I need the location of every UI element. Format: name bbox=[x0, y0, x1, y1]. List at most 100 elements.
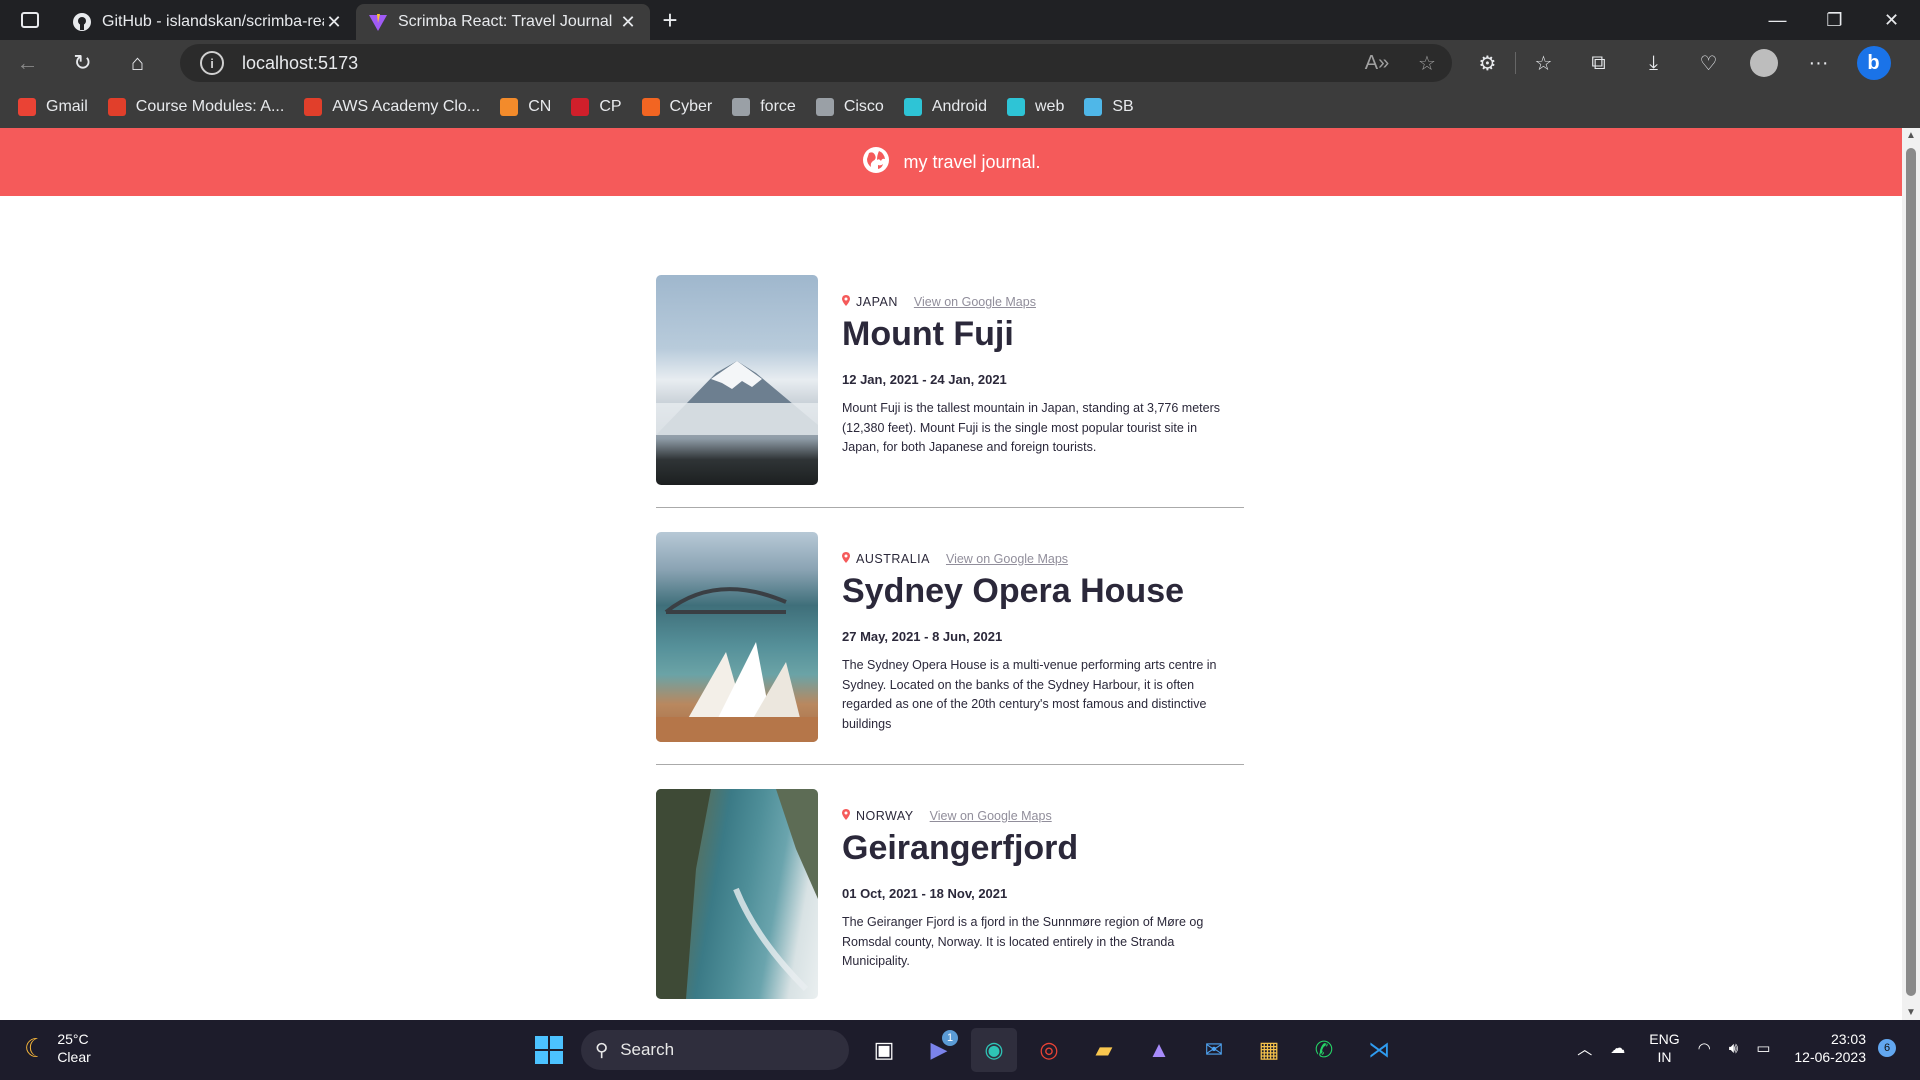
new-tab-button[interactable]: + bbox=[650, 0, 690, 40]
entry-body: NORWAY View on Google Maps Geirangerfjor… bbox=[842, 789, 1232, 999]
gmail-icon bbox=[18, 98, 36, 116]
bookmark-item[interactable]: Gmail bbox=[18, 98, 88, 116]
task-view-icon[interactable]: ▣ bbox=[861, 1028, 907, 1072]
downloads-icon[interactable]: ⤓ bbox=[1626, 52, 1681, 75]
bookmark-item[interactable]: web bbox=[1006, 98, 1064, 116]
wifi-icon[interactable]: ◠ bbox=[1698, 1039, 1711, 1057]
profile-button[interactable] bbox=[1736, 49, 1791, 77]
teams-icon[interactable]: ▶ 1 bbox=[916, 1028, 962, 1072]
browser-essentials-icon[interactable]: ♡ bbox=[1681, 51, 1736, 76]
scroll-down-icon[interactable]: ▼ bbox=[1906, 1007, 1916, 1018]
language-indicator[interactable]: ENG IN bbox=[1649, 1030, 1679, 1066]
entry-country: AUSTRALIA bbox=[856, 552, 930, 566]
bookmark-item[interactable]: Android bbox=[903, 98, 987, 116]
teams-badge: 1 bbox=[942, 1030, 958, 1046]
extensions-icon[interactable]: ⚙ bbox=[1460, 51, 1515, 76]
whatsapp-icon[interactable]: ✆ bbox=[1301, 1028, 1347, 1072]
bookmark-label: Course Modules: A... bbox=[135, 98, 285, 115]
start-button[interactable] bbox=[526, 1028, 572, 1072]
restore-icon[interactable]: ❐ bbox=[1806, 0, 1863, 40]
scrollbar-thumb[interactable] bbox=[1906, 148, 1916, 996]
bing-button[interactable]: b bbox=[1846, 46, 1901, 80]
entry-title: Sydney Opera House bbox=[842, 572, 1185, 610]
search-label: Search bbox=[620, 1040, 675, 1059]
entry-photo bbox=[656, 532, 818, 742]
bookmark-label: Cisco bbox=[843, 98, 884, 115]
tab-strip: GitHub - islandskan/scrimba-react ✕ Scri… bbox=[0, 0, 1920, 40]
home-icon[interactable]: ⌂ bbox=[110, 40, 165, 86]
show-hidden-icons-chevron-icon[interactable]: ︿ bbox=[1577, 1038, 1592, 1059]
edge-icon[interactable]: ◉ bbox=[971, 1028, 1017, 1072]
entry-title: Geirangerfjord bbox=[842, 829, 1079, 867]
scroll-up-icon[interactable]: ▲ bbox=[1906, 130, 1916, 141]
favorite-star-icon[interactable]: ☆ bbox=[1402, 51, 1452, 76]
google-maps-link[interactable]: View on Google Maps bbox=[930, 809, 1052, 823]
bookmark-label: Android bbox=[931, 98, 987, 115]
bookmark-item[interactable]: Cyber bbox=[641, 98, 713, 116]
tab-actions-icon bbox=[21, 12, 39, 28]
minimize-icon[interactable]: — bbox=[1749, 0, 1806, 40]
more-menu-icon[interactable]: ··· bbox=[1791, 52, 1846, 75]
weather-widget[interactable]: ☾ 25°C Clear bbox=[24, 1030, 91, 1066]
address-bar[interactable]: i localhost:5173 A» ☆ bbox=[180, 44, 1452, 82]
file-explorer-icon[interactable]: ▰ bbox=[1081, 1028, 1127, 1072]
sb-icon bbox=[1084, 98, 1103, 116]
cn-icon bbox=[500, 98, 519, 116]
clock-time: 23:03 bbox=[1830, 1031, 1866, 1047]
close-tab-icon[interactable]: ✕ bbox=[324, 12, 344, 33]
bookmark-item[interactable]: SB bbox=[1084, 98, 1134, 116]
entry-location: AUSTRALIA View on Google Maps bbox=[842, 552, 1232, 566]
mail-icon[interactable]: ✉ bbox=[1191, 1028, 1237, 1072]
bookmark-item[interactable]: CN bbox=[500, 98, 551, 116]
store-icon[interactable]: ▦ bbox=[1246, 1028, 1292, 1072]
address-url[interactable]: localhost:5173 bbox=[242, 53, 1352, 74]
taskbar-search[interactable]: ⚲ Search bbox=[581, 1030, 849, 1070]
tab-actions-button[interactable] bbox=[0, 0, 60, 40]
volume-icon[interactable]: 🔊︎ bbox=[1729, 1040, 1738, 1057]
entry-body: JAPAN View on Google Maps Mount Fuji 12 … bbox=[842, 275, 1232, 485]
bookmark-item[interactable]: Course Modules: A... bbox=[107, 98, 285, 116]
bing-icon: b bbox=[1856, 46, 1891, 80]
journal-entries: JAPAN View on Google Maps Mount Fuji 12 … bbox=[656, 275, 1244, 1020]
tab-title: Scrimba React: Travel Journal bbox=[398, 13, 613, 30]
onedrive-cloud-icon[interactable]: ☁ bbox=[1610, 1039, 1625, 1057]
battery-icon[interactable]: ▭ bbox=[1756, 1039, 1770, 1057]
close-window-icon[interactable]: ✕ bbox=[1863, 0, 1920, 40]
entry-country: NORWAY bbox=[856, 809, 914, 823]
entry-dates: 01 Oct, 2021 - 18 Nov, 2021 bbox=[842, 886, 1008, 901]
cp-icon bbox=[571, 98, 590, 116]
clock[interactable]: 23:03 12-06-2023 bbox=[1794, 1030, 1866, 1066]
page-viewport: my travel journal. JAPAN View on Google … bbox=[0, 128, 1902, 1020]
bookmark-item[interactable]: force bbox=[732, 98, 796, 116]
entry-photo bbox=[656, 275, 818, 485]
bookmark-label: Cyber bbox=[669, 98, 713, 115]
google-maps-link[interactable]: View on Google Maps bbox=[946, 552, 1068, 566]
bookmark-item[interactable]: CP bbox=[571, 98, 622, 116]
entry-body: AUSTRALIA View on Google Maps Sydney Ope… bbox=[842, 532, 1232, 742]
entry-description: The Sydney Opera House is a multi-venue … bbox=[842, 658, 1217, 731]
tab-github[interactable]: GitHub - islandskan/scrimba-react ✕ bbox=[60, 4, 356, 40]
collections-icon[interactable]: ⧉ bbox=[1571, 52, 1626, 75]
reload-icon[interactable]: ↻ bbox=[55, 40, 110, 86]
bookmarks-bar: Gmail Course Modules: A... AWS Academy Clo… bbox=[0, 86, 1920, 128]
bookmark-label: Gmail bbox=[46, 98, 88, 115]
back-icon[interactable]: ← bbox=[0, 40, 55, 86]
close-tab-icon[interactable]: ✕ bbox=[618, 12, 638, 33]
window-controls: — ❐ ✕ bbox=[1749, 0, 1920, 40]
vscode-icon[interactable]: ⋊ bbox=[1356, 1028, 1402, 1072]
page-scrollbar[interactable]: ▲ ▼ bbox=[1902, 128, 1920, 1020]
bookmark-label: CP bbox=[599, 98, 622, 115]
entry-dates: 12 Jan, 2021 - 24 Jan, 2021 bbox=[842, 372, 1007, 387]
location-pin-icon bbox=[842, 809, 850, 823]
tab-travel-journal[interactable]: Scrimba React: Travel Journal ✕ bbox=[356, 4, 650, 40]
browser-toolbar: ← ↻ ⌂ i localhost:5173 A» ☆ ⚙ ☆ ⧉ ⤓ ♡ ··… bbox=[0, 40, 1920, 86]
copilot-icon[interactable]: ▲ bbox=[1136, 1028, 1182, 1072]
bookmark-item[interactable]: Cisco bbox=[815, 98, 884, 116]
favorites-icon[interactable]: ☆ bbox=[1516, 51, 1571, 76]
bookmark-item[interactable]: AWS Academy Clo... bbox=[304, 98, 480, 116]
chrome-icon[interactable]: ◎ bbox=[1026, 1028, 1072, 1072]
read-aloud-icon[interactable]: A» bbox=[1352, 52, 1402, 75]
site-info-icon[interactable]: i bbox=[200, 51, 224, 75]
notification-badge[interactable]: 6 bbox=[1878, 1039, 1896, 1057]
google-maps-link[interactable]: View on Google Maps bbox=[914, 295, 1036, 309]
